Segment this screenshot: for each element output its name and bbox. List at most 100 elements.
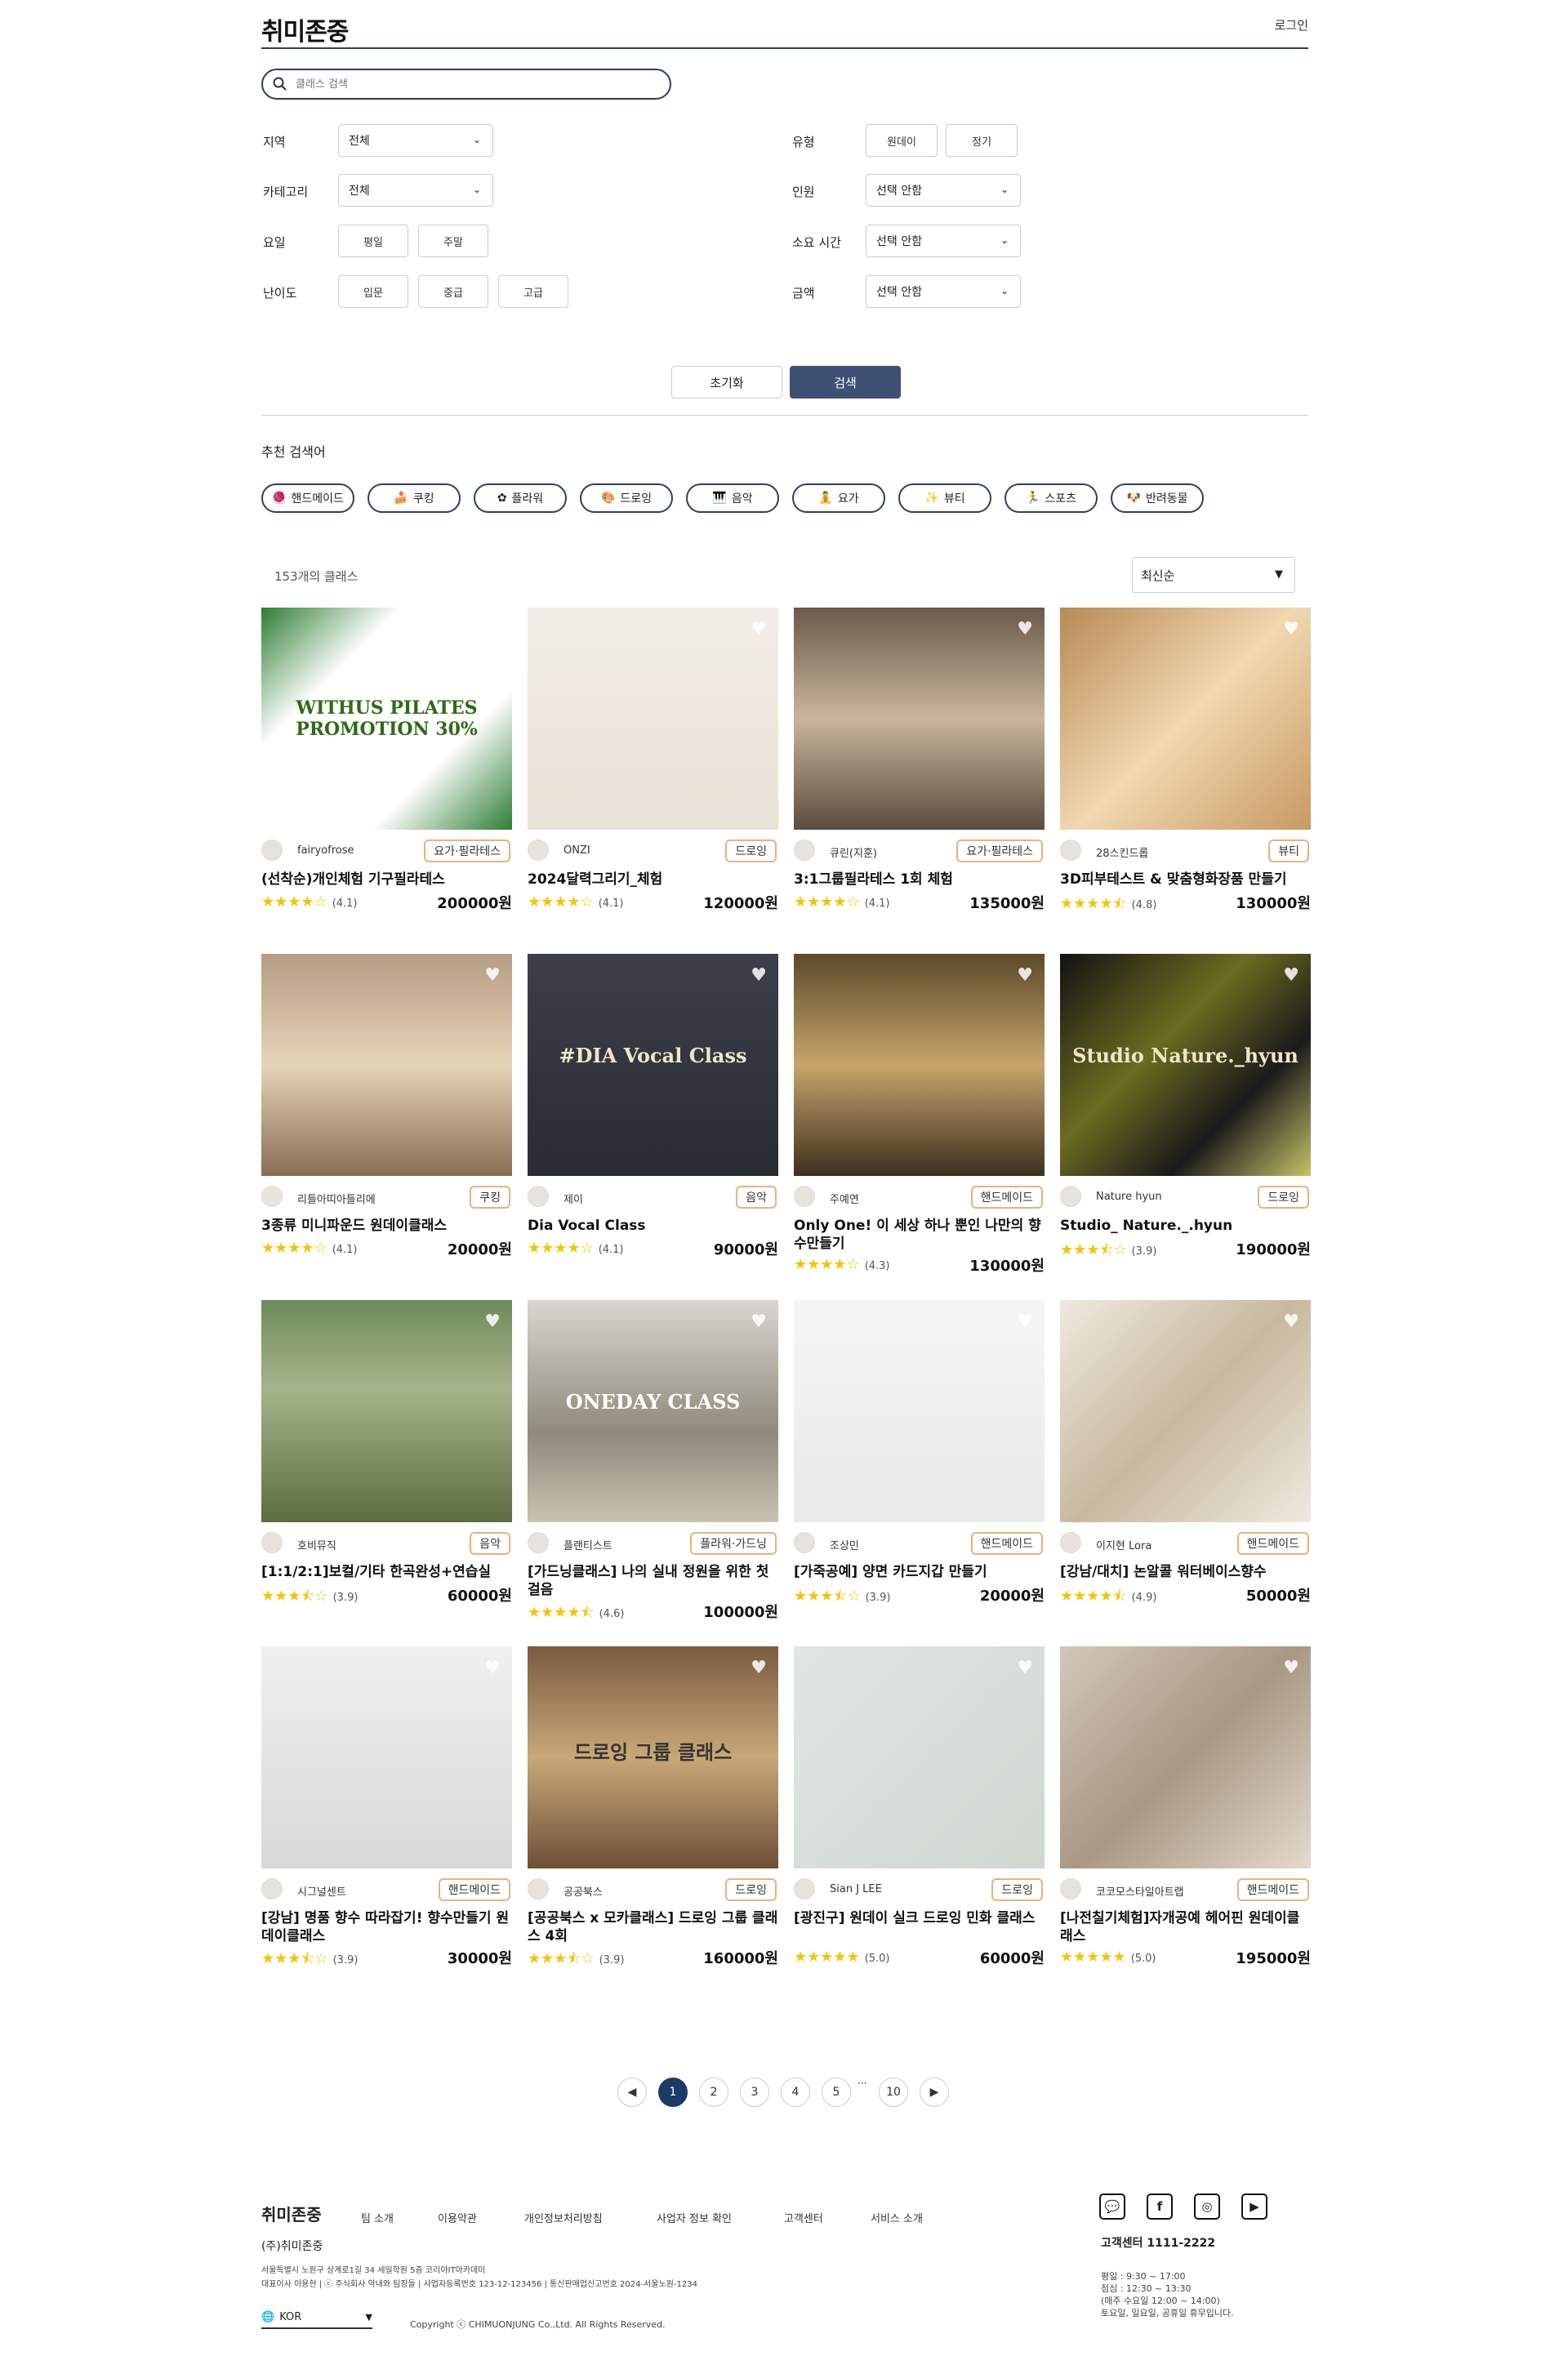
class-card[interactable]: ♥ 주예연 핸드메이드 Only One! 이 세상 하나 뿐인 나만의 향수만들기 ★… (794, 954, 1045, 1275)
class-thumbnail[interactable]: #DIA Vocal Class ♥ (528, 954, 778, 1176)
login-link[interactable]: 로그인 (1275, 16, 1308, 33)
footer-link-terms[interactable]: 이용약관 (438, 2210, 477, 2225)
class-title[interactable]: [가드닝클래스] 나의 실내 정원을 위한 첫 걸음 (528, 1563, 778, 1599)
class-card[interactable]: Studio Nature._hyun ♥ Nature hyun 드로잉 Studio… (1060, 954, 1311, 1272)
heart-icon[interactable]: ♥ (484, 1658, 501, 1678)
day-weekend-toggle[interactable]: 주말 (418, 225, 488, 257)
class-thumbnail[interactable]: ♥ (1060, 1300, 1311, 1522)
class-thumbnail[interactable]: ♥ (794, 608, 1045, 830)
class-thumbnail[interactable]: ♥ (261, 1646, 512, 1868)
class-thumbnail[interactable]: WITHUS PILATES PROMOTION 30% ♥ (261, 608, 512, 830)
heart-icon[interactable]: ♥ (1017, 1658, 1033, 1678)
people-select[interactable]: 선택 안함 ⌄ (866, 174, 1021, 207)
class-title[interactable]: 3:1그룹필라테스 1회 체험 (794, 871, 1045, 889)
class-card[interactable]: ♥ 리틀아띠아틀리에 쿠킹 3종류 미니파운드 원데이클래스 ★★★★☆ (4.1) 200… (261, 954, 512, 1272)
region-select[interactable]: 전체 ⌄ (338, 124, 493, 157)
class-thumbnail[interactable]: ♥ (794, 954, 1045, 1176)
heart-icon[interactable]: ♥ (751, 1658, 767, 1678)
class-card[interactable]: WITHUS PILATES PROMOTION 30% ♥ fairyofrose… (261, 608, 512, 926)
class-title[interactable]: [공공북스 x 모카클래스] 드로잉 그룹 클래스 4회 (528, 1909, 778, 1945)
class-thumbnail[interactable]: ♥ (261, 1300, 512, 1522)
class-thumbnail[interactable]: ♥ (261, 954, 512, 1176)
heart-icon[interactable]: ♥ (1017, 619, 1033, 639)
level-beginner-toggle[interactable]: 입문 (338, 275, 408, 308)
class-card[interactable]: 드로잉 그룹 클래스 ♥ 공공북스 드로잉 [공공북스 x 모카클래스] 드로잉 그룹 … (528, 1646, 778, 1967)
class-card[interactable]: ♥ 28스킨드롭 뷰티 3D피부테스트 & 맞춤형화장품 만들기 ★★★★⯪ (4.8) 1… (1060, 608, 1311, 926)
class-title[interactable]: 2024달력그리기_체험 (528, 871, 778, 889)
class-title[interactable]: 3종류 미니파운드 원데이클래스 (261, 1217, 512, 1235)
class-thumbnail[interactable]: ♥ (528, 608, 778, 830)
chip-handmade[interactable]: 🧶 핸드메이드 (261, 483, 354, 513)
class-title[interactable]: (선착순)개인체험 기구필라테스 (261, 871, 512, 889)
class-title[interactable]: [광진구] 원데이 실크 드로잉 민화 클래스 (794, 1909, 1045, 1927)
level-advanced-toggle[interactable]: 고급 (498, 275, 568, 308)
chip-drawing[interactable]: 🎨 드로잉 (580, 483, 673, 513)
logo[interactable]: 취미존중 (261, 11, 349, 47)
next-page-button[interactable]: ▶ (920, 2078, 949, 2107)
class-card[interactable]: ♥ Sian J LEE 드로잉 [광진구] 원데이 실크 드로잉 민화 클래스 ★★★… (794, 1646, 1045, 1967)
footer-link-business[interactable]: 사업자 정보 확인 (657, 2210, 732, 2225)
search-button[interactable]: 검색 (790, 366, 901, 399)
search-bar[interactable] (261, 69, 671, 100)
instagram-icon[interactable]: ◎ (1194, 2193, 1220, 2220)
search-input[interactable] (296, 78, 639, 91)
reset-button[interactable]: 초기화 (671, 366, 782, 399)
class-card[interactable]: ♥ 시그널센트 핸드메이드 [강남] 명품 향수 따라잡기! 향수만들기 원데이클래스… (261, 1646, 512, 1967)
heart-icon[interactable]: ♥ (1283, 619, 1299, 639)
class-title[interactable]: [강남/대치] 논알콜 워터베이스향수 (1060, 1563, 1311, 1581)
class-thumbnail[interactable]: ♥ (1060, 1646, 1311, 1868)
class-title[interactable]: [가죽공예] 양면 카드지갑 만들기 (794, 1563, 1045, 1581)
class-thumbnail[interactable]: 드로잉 그룹 클래스 ♥ (528, 1646, 778, 1868)
class-thumbnail[interactable]: Studio Nature._hyun ♥ (1060, 954, 1311, 1176)
heart-icon[interactable]: ♥ (1283, 965, 1299, 986)
class-thumbnail[interactable]: ♥ (794, 1300, 1045, 1522)
footer-link-about[interactable]: 서비스 소개 (871, 2210, 923, 2225)
class-title[interactable]: Studio_ Nature._.hyun (1060, 1217, 1311, 1235)
class-thumbnail[interactable]: ♥ (794, 1646, 1045, 1868)
class-card[interactable]: ♥ 코코모스타일아트랩 핸드메이드 [나전칠기체험]자개공예 헤어핀 원데이클래스 ★★… (1060, 1646, 1311, 1967)
page-10[interactable]: 10 (879, 2078, 908, 2107)
heart-icon[interactable]: ♥ (1283, 1658, 1299, 1678)
class-thumbnail[interactable]: ONEDAY CLASS ♥ (528, 1300, 778, 1522)
class-card[interactable]: ♥ 조상민 핸드메이드 [가죽공예] 양면 카드지갑 만들기 ★★★⯪☆ (3.9) 200… (794, 1300, 1045, 1619)
heart-icon[interactable]: ♥ (484, 965, 501, 986)
type-oneday-toggle[interactable]: 원데이 (866, 124, 938, 157)
price-select[interactable]: 선택 안함 ⌄ (866, 275, 1021, 308)
heart-icon[interactable]: ♥ (1283, 1312, 1299, 1332)
page-5[interactable]: 5 (822, 2078, 851, 2107)
class-card[interactable]: #DIA Vocal Class ♥ 제이 음악 Dia Vocal Class ★★★★… (528, 954, 778, 1272)
chip-beauty[interactable]: ✨ 뷰티 (898, 483, 991, 513)
prev-page-button[interactable]: ◀ (617, 2078, 647, 2107)
class-card[interactable]: ♥ 큐린(지훈) 요가·필라테스 3:1그룹필라테스 1회 체험 ★★★★☆ (4.1) 1… (794, 608, 1045, 926)
facebook-icon[interactable]: f (1147, 2193, 1173, 2220)
category-select[interactable]: 전체 ⌄ (338, 174, 493, 207)
chip-music[interactable]: 🎹 음악 (686, 483, 779, 513)
heart-icon[interactable]: ♥ (484, 619, 501, 639)
footer-link-team[interactable]: 팀 소개 (361, 2210, 394, 2225)
class-title[interactable]: [나전칠기체험]자개공예 헤어핀 원데이클래스 (1060, 1909, 1311, 1945)
footer-link-privacy[interactable]: 개인정보처리방침 (524, 2210, 603, 2225)
chip-cooking[interactable]: 🍰 쿠킹 (368, 483, 461, 513)
chat-icon[interactable]: 💬 (1099, 2193, 1125, 2220)
language-select[interactable]: 🌐 KOR ▼ (261, 2306, 372, 2329)
class-card[interactable]: ♥ ONZI 드로잉 2024달력그리기_체험 ★★★★☆ (4.1) 120000원 (528, 608, 778, 926)
class-title[interactable]: Only One! 이 세상 하나 뿐인 나만의 향수만들기 (794, 1217, 1045, 1253)
day-weekday-toggle[interactable]: 평일 (338, 225, 408, 257)
class-card[interactable]: ♥ 이지현 Lora 핸드메이드 [강남/대치] 논알콜 워터베이스향수 ★★★★⯪ (4… (1060, 1300, 1311, 1619)
chip-flower[interactable]: ✿ 플라워 (474, 483, 567, 513)
heart-icon[interactable]: ♥ (751, 1312, 767, 1332)
heart-icon[interactable]: ♥ (751, 965, 767, 986)
heart-icon[interactable]: ♥ (484, 1312, 501, 1332)
footer-logo[interactable]: 취미존중 (261, 2202, 322, 2225)
class-title[interactable]: [강남] 명품 향수 따라잡기! 향수만들기 원데이클래스 (261, 1909, 512, 1945)
footer-link-support[interactable]: 고객센터 (784, 2210, 823, 2225)
class-title[interactable]: Dia Vocal Class (528, 1217, 778, 1235)
page-1[interactable]: 1 (658, 2078, 688, 2107)
heart-icon[interactable]: ♥ (751, 619, 767, 639)
duration-select[interactable]: 선택 안함 ⌄ (866, 225, 1021, 257)
page-2[interactable]: 2 (699, 2078, 728, 2107)
class-card[interactable]: ♥ 호비뮤직 음악 [1:1/2:1]보컬/기타 한곡완성+연습실 ★★★⯪☆ (3.9)… (261, 1300, 512, 1619)
level-intermediate-toggle[interactable]: 중급 (418, 275, 488, 308)
heart-icon[interactable]: ♥ (1017, 1312, 1033, 1332)
sort-select[interactable]: 최신순 ▼ (1132, 557, 1295, 593)
